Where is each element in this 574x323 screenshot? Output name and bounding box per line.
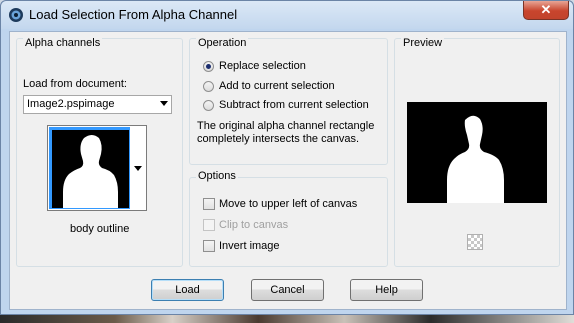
checkbox-invert-label[interactable]: Invert image <box>219 240 280 252</box>
channel-name: body outline <box>70 223 130 235</box>
close-button[interactable]: ✕ <box>523 1 569 20</box>
title-bar[interactable]: Load Selection From Alpha Channel ✕ <box>1 1 573 29</box>
radio-add-label[interactable]: Add to current selection <box>219 80 335 92</box>
options-label: Options <box>196 170 238 182</box>
help-button[interactable]: Help <box>350 279 423 301</box>
alpha-channels-group: Alpha channels Load from document: Image… <box>16 37 183 267</box>
preview-label: Preview <box>401 37 445 49</box>
radio-add-icon[interactable] <box>203 81 214 92</box>
channel-dropdown-button[interactable] <box>132 127 145 209</box>
window-title: Load Selection From Alpha Channel <box>29 7 238 22</box>
chevron-down-icon <box>160 101 168 106</box>
radio-subtract-label[interactable]: Subtract from current selection <box>219 99 369 111</box>
preview-image <box>407 102 547 203</box>
operation-info-line2: completely intersects the canvas. <box>197 133 360 145</box>
body-outline-thumbnail-icon <box>63 135 118 208</box>
cancel-button[interactable]: Cancel <box>251 279 324 301</box>
dialog-window: Load Selection From Alpha Channel ✕ Alph… <box>0 0 574 315</box>
dialog-body: Alpha channels Load from document: Image… <box>9 31 567 310</box>
preview-group: Preview <box>394 37 560 267</box>
checkbox-clip-icon <box>203 219 215 231</box>
channel-thumbnail <box>52 130 129 208</box>
checkbox-move-icon[interactable] <box>203 198 215 210</box>
chevron-down-icon <box>134 166 142 171</box>
document-select[interactable]: Image2.pspimage <box>23 95 172 114</box>
operation-label: Operation <box>196 37 249 49</box>
operation-group: Operation Replace selection Add to curre… <box>189 37 388 165</box>
close-icon: ✕ <box>540 2 552 17</box>
operation-info-line1: The original alpha channel rectangle <box>197 120 375 132</box>
checkerboard-icon[interactable] <box>467 234 483 250</box>
channel-picker[interactable] <box>47 125 147 211</box>
radio-replace-icon[interactable] <box>203 61 214 72</box>
preview-silhouette-icon <box>447 115 504 203</box>
load-button[interactable]: Load <box>151 279 224 301</box>
load-from-document-label: Load from document: <box>23 78 127 90</box>
radio-replace-label[interactable]: Replace selection <box>219 60 306 72</box>
checkbox-invert-icon[interactable] <box>203 240 215 252</box>
alpha-channels-label: Alpha channels <box>23 37 103 49</box>
options-group: Options Move to upper left of canvas Cli… <box>189 170 388 267</box>
checkbox-clip-label: Clip to canvas <box>219 219 289 231</box>
document-select-value: Image2.pspimage <box>27 98 115 110</box>
channel-thumbnail-selected[interactable] <box>49 127 130 209</box>
radio-subtract-icon[interactable] <box>203 100 214 111</box>
checkbox-move-label[interactable]: Move to upper left of canvas <box>219 198 357 210</box>
app-icon <box>9 8 23 22</box>
